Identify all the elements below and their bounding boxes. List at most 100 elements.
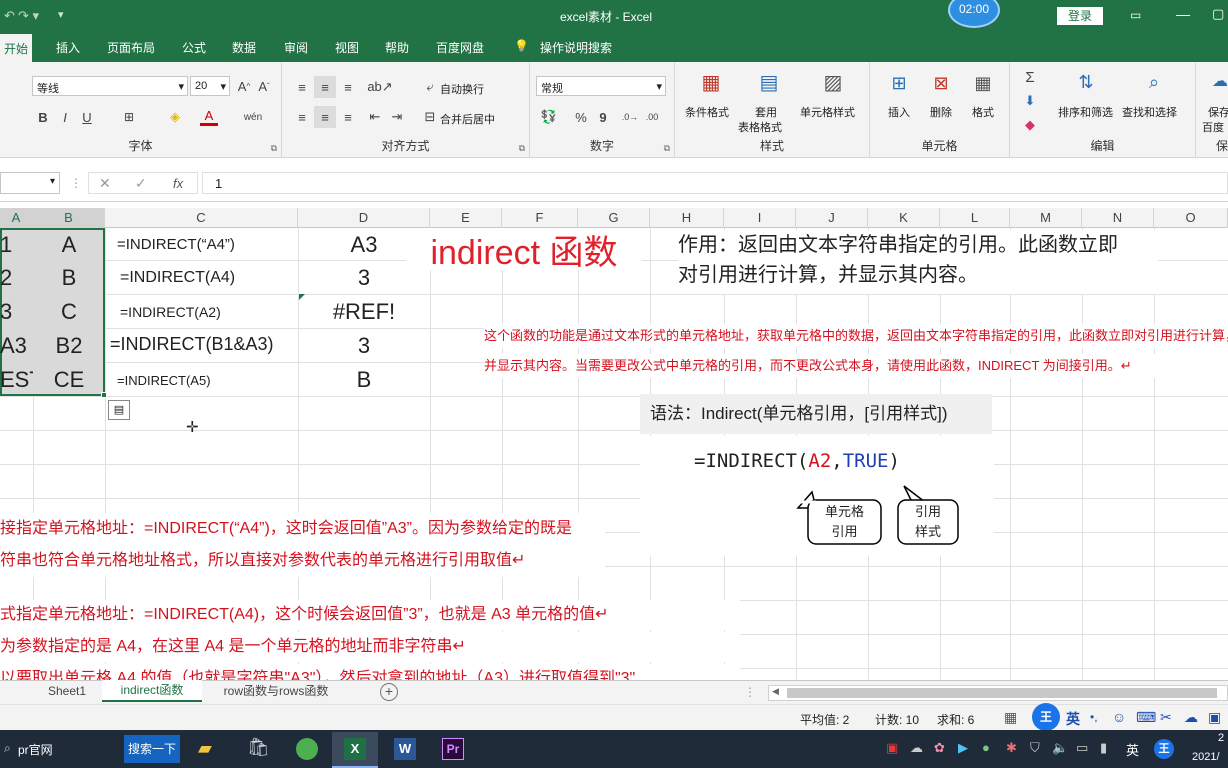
- store-icon[interactable]: 🛍: [247, 737, 270, 758]
- tab-home[interactable]: 开始: [0, 34, 33, 62]
- search-icon[interactable]: ⌕: [4, 741, 11, 756]
- worksheet-grid[interactable]: 1 A =INDIRECT(“A4”) A3 2 B =INDIRECT(A4)…: [0, 228, 1228, 680]
- cell-a5[interactable]: EST: [0, 363, 33, 397]
- border-icon[interactable]: ⊞: [120, 108, 138, 126]
- enter-icon[interactable]: ✓: [135, 175, 147, 192]
- decrease-indent-icon[interactable]: ⇤: [366, 108, 384, 126]
- decrease-font-icon[interactable]: Aˇ: [256, 78, 272, 94]
- col-header-b[interactable]: B: [33, 208, 105, 228]
- table-format-button-1[interactable]: 套用: [755, 104, 777, 120]
- conditional-format-button[interactable]: 条件格式: [685, 104, 729, 120]
- cell-b5[interactable]: CE: [33, 363, 105, 397]
- tab-page-layout[interactable]: 页面布局: [107, 39, 155, 56]
- word-icon[interactable]: W: [394, 738, 416, 760]
- increase-font-icon[interactable]: A ^: [236, 78, 252, 94]
- ribbon-display-icon[interactable]: ▭: [1130, 8, 1141, 22]
- sheet-tab-row[interactable]: row函数与rows函数: [204, 681, 348, 703]
- tell-me-search[interactable]: 操作说明搜索: [540, 39, 612, 56]
- col-header-g[interactable]: G: [578, 208, 650, 228]
- cancel-icon[interactable]: ✕: [99, 175, 111, 192]
- tray-cloud-icon[interactable]: ☁: [910, 740, 923, 756]
- name-box[interactable]: ▾: [0, 172, 60, 194]
- col-header-n[interactable]: N: [1082, 208, 1154, 228]
- dialog-launcher-icon[interactable]: ⧉: [271, 143, 277, 154]
- font-size-combo[interactable]: 20 ▾: [190, 76, 230, 96]
- increase-decimal-icon[interactable]: .0→: [620, 108, 640, 126]
- merge-center-button[interactable]: 合并后居中: [440, 111, 495, 127]
- scrollbar-thumb[interactable]: [787, 688, 1217, 698]
- underline-icon[interactable]: U: [80, 108, 94, 126]
- col-header-c[interactable]: C: [105, 208, 298, 228]
- volume-icon[interactable]: 🔈: [1052, 740, 1068, 756]
- increase-indent-icon[interactable]: ⇥: [388, 108, 406, 126]
- cell-d3[interactable]: #REF!: [298, 295, 430, 329]
- normal-view-icon[interactable]: ▦: [1004, 709, 1017, 726]
- number-format-combo[interactable]: 常规 ▾: [536, 76, 666, 96]
- find-select-button[interactable]: 查找和选择: [1122, 104, 1177, 120]
- wrap-text-button[interactable]: 自动换行: [440, 81, 484, 97]
- cell-b4[interactable]: B2: [33, 329, 105, 363]
- taskbar-search-button[interactable]: 搜索一下: [124, 735, 180, 763]
- tray-flower-icon[interactable]: ✿: [934, 740, 945, 756]
- drag-handle-icon[interactable]: ⋮: [70, 176, 82, 190]
- add-sheet-icon[interactable]: +: [380, 683, 398, 701]
- save-baidu-button-1[interactable]: 保存: [1208, 104, 1228, 120]
- col-header-e[interactable]: E: [430, 208, 502, 228]
- ime-logo-icon[interactable]: 王: [1032, 703, 1060, 731]
- quick-analysis-icon[interactable]: ▤: [108, 400, 130, 420]
- tab-help[interactable]: 帮助: [385, 39, 409, 56]
- col-header-l[interactable]: L: [940, 208, 1010, 228]
- cell-d4[interactable]: 3: [298, 329, 430, 363]
- cell-a4[interactable]: A3: [0, 329, 33, 363]
- comma-style-icon[interactable]: 9: [594, 108, 612, 126]
- align-center-icon[interactable]: ≡: [314, 106, 336, 128]
- tab-data[interactable]: 数据: [232, 39, 256, 56]
- tray-app-icon[interactable]: ▣: [886, 740, 898, 756]
- cell-c2[interactable]: =INDIRECT(A4): [120, 261, 298, 295]
- font-name-combo[interactable]: 等线 ▾: [32, 76, 188, 96]
- premiere-icon[interactable]: Pr: [442, 738, 464, 760]
- align-left-icon[interactable]: ≡: [292, 108, 312, 126]
- tray-video-icon[interactable]: ▶: [958, 740, 968, 756]
- bold-icon[interactable]: B: [36, 108, 50, 126]
- delete-cells-button[interactable]: 删除: [930, 104, 952, 120]
- tray-ime-icon[interactable]: 王: [1154, 739, 1174, 759]
- col-header-i[interactable]: I: [724, 208, 796, 228]
- font-color-icon[interactable]: A: [200, 108, 218, 126]
- cell-b1[interactable]: A: [33, 228, 105, 261]
- decrease-decimal-icon[interactable]: .00: [642, 108, 662, 126]
- formula-input[interactable]: 1: [202, 172, 1228, 194]
- align-right-icon[interactable]: ≡: [338, 108, 358, 126]
- tray-green-icon[interactable]: ●: [982, 740, 990, 755]
- minimize-icon[interactable]: —: [1176, 6, 1190, 22]
- keyboard-icon[interactable]: ⌨: [1136, 709, 1156, 726]
- tab-formulas[interactable]: 公式: [182, 39, 206, 56]
- cell-c5[interactable]: =INDIRECT(A5): [117, 363, 297, 397]
- dialog-launcher-icon[interactable]: ⧉: [664, 143, 670, 154]
- align-bottom-icon[interactable]: ≡: [338, 78, 358, 96]
- col-header-f[interactable]: F: [502, 208, 578, 228]
- fill-color-icon[interactable]: ◈: [166, 108, 184, 126]
- tab-baidu-netdisk[interactable]: 百度网盘: [436, 39, 484, 56]
- horizontal-scrollbar[interactable]: ◀: [768, 685, 1228, 701]
- cell-c3[interactable]: =INDIRECT(A2): [120, 295, 298, 329]
- undo-icon[interactable]: ↶: [4, 8, 15, 24]
- cloud-icon[interactable]: ☁: [1184, 709, 1198, 726]
- autosum-icon[interactable]: Σ: [1020, 68, 1040, 86]
- cell-a3[interactable]: 3: [0, 295, 33, 329]
- skin-icon[interactable]: ▣: [1208, 709, 1221, 726]
- taskbar-ime[interactable]: 英: [1126, 740, 1139, 759]
- ime-mode[interactable]: 英: [1066, 709, 1080, 729]
- italic-icon[interactable]: I: [58, 108, 72, 126]
- insert-function-icon[interactable]: fx: [173, 176, 183, 191]
- customize-toolbar-icon[interactable]: ▾: [58, 8, 64, 21]
- percent-icon[interactable]: %: [572, 108, 590, 126]
- cell-style-button[interactable]: 单元格样式: [800, 104, 855, 120]
- align-middle-icon[interactable]: ≡: [314, 76, 336, 98]
- currency-icon[interactable]: 💱: [538, 108, 560, 126]
- taskbar-search-text[interactable]: pr官网: [18, 741, 53, 758]
- maximize-icon[interactable]: ▢: [1212, 6, 1224, 22]
- emoji-icon[interactable]: ☺: [1112, 709, 1126, 725]
- col-header-k[interactable]: K: [868, 208, 940, 228]
- col-header-h[interactable]: H: [650, 208, 724, 228]
